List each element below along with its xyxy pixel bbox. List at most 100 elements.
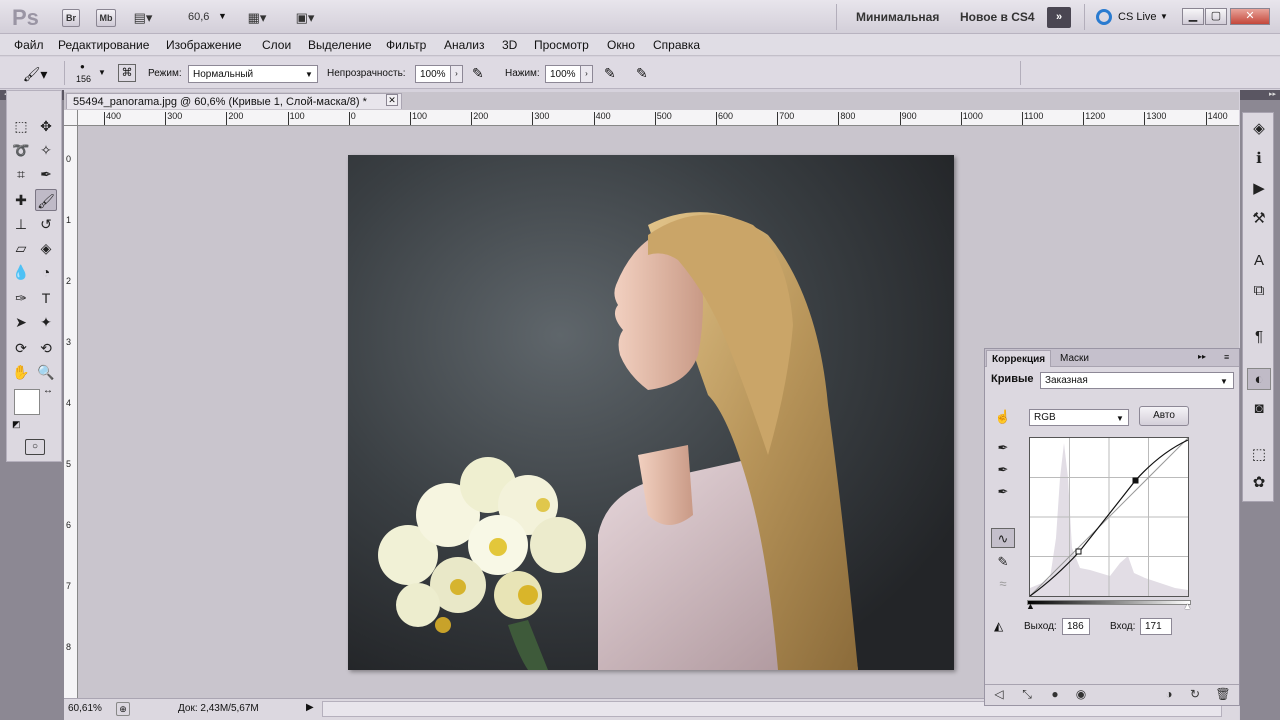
- zoom-dropdown-icon[interactable]: ▼: [218, 11, 227, 21]
- channel-select[interactable]: RGB: [1029, 409, 1129, 426]
- horizontal-ruler[interactable]: 400 300 200 100 0 100 200 300 400 500 600 700 800 900…: [78, 110, 1239, 126]
- show-clipping-icon[interactable]: ◭: [994, 619, 1003, 633]
- smooth-curve-icon[interactable]: ≈: [991, 574, 1015, 594]
- ruler-origin[interactable]: [64, 110, 78, 126]
- channel-dropdown-icon[interactable]: ▼: [1116, 414, 1124, 423]
- character-icon[interactable]: A: [1247, 250, 1271, 272]
- eyedropper-tool-icon[interactable]: ✒: [35, 163, 57, 185]
- layers-icon[interactable]: ◈: [1247, 118, 1271, 140]
- output-field[interactable]: 186: [1062, 618, 1090, 635]
- tablet-size-icon[interactable]: ✎: [636, 65, 648, 82]
- airbrush-icon[interactable]: ✎: [604, 65, 616, 82]
- pressure-field[interactable]: 100%: [545, 65, 581, 83]
- clone-stamp-tool-icon[interactable]: ⊥: [10, 213, 32, 235]
- bridge-button[interactable]: Br: [62, 9, 80, 27]
- swap-colors-icon[interactable]: ↔: [43, 385, 53, 396]
- dodge-tool-icon[interactable]: ◔: [35, 261, 57, 283]
- zoom-tool-icon[interactable]: 🔍: [35, 361, 57, 383]
- clip-to-layer-icon[interactable]: ●: [1046, 687, 1064, 703]
- panel-collapse-icon[interactable]: ▸▸: [1198, 352, 1206, 361]
- tablet-opacity-icon[interactable]: ✎: [472, 65, 484, 82]
- black-slider-icon[interactable]: ▲: [1026, 601, 1035, 611]
- menu-3d[interactable]: 3D: [502, 38, 517, 52]
- brush-panel-icon[interactable]: ⌘: [118, 64, 136, 82]
- document-image[interactable]: [348, 155, 954, 670]
- preset-select[interactable]: Заказная: [1040, 372, 1234, 389]
- screen-mode-icon[interactable]: ▣▾: [292, 8, 318, 28]
- arrange-documents-icon[interactable]: ▦▾: [244, 8, 270, 28]
- dock-expand-icon[interactable]: ▸▸: [1240, 90, 1280, 100]
- panel-menu-icon[interactable]: ≡: [1224, 352, 1229, 362]
- crop-tool-icon[interactable]: ⌗: [10, 163, 32, 185]
- menu-filter[interactable]: Фильтр: [386, 38, 426, 52]
- auto-button[interactable]: Авто: [1139, 406, 1189, 426]
- delete-adjustment-icon[interactable]: 🗑: [1214, 687, 1232, 703]
- hand-tool-icon[interactable]: ✋: [10, 361, 32, 383]
- path-selection-tool-icon[interactable]: ➤: [10, 311, 32, 333]
- status-menu-icon[interactable]: ▶: [306, 702, 314, 713]
- expand-view-icon[interactable]: ⤡: [1018, 687, 1036, 703]
- brush-tool-icon[interactable]: 🖌: [35, 189, 57, 211]
- vertical-ruler[interactable]: 0 1 2 3 4 5 6 7 8: [64, 126, 78, 700]
- paragraph-icon[interactable]: ¶: [1247, 326, 1271, 348]
- input-field[interactable]: 171: [1140, 618, 1172, 635]
- default-colors-icon[interactable]: ◩: [12, 419, 21, 430]
- close-button[interactable]: ✕: [1230, 8, 1270, 25]
- move-tool-icon[interactable]: ✥: [35, 115, 57, 137]
- 3d-panel-icon[interactable]: ⬚: [1247, 444, 1271, 466]
- gray-point-eyedropper-icon[interactable]: ✒: [991, 460, 1015, 480]
- masks-icon[interactable]: ◙: [1247, 398, 1271, 420]
- marquee-tool-icon[interactable]: ⬚: [10, 115, 32, 137]
- foreground-color-swatch[interactable]: [14, 389, 40, 415]
- tool-presets-icon[interactable]: ⚒: [1247, 208, 1271, 230]
- history-brush-tool-icon[interactable]: ↺: [35, 213, 57, 235]
- status-zoom[interactable]: 60,61%: [68, 703, 102, 714]
- preset-dropdown-icon[interactable]: ▼: [1220, 377, 1228, 386]
- mini-bridge-button[interactable]: Mb: [96, 9, 116, 27]
- shape-tool-icon[interactable]: ✦: [35, 311, 57, 333]
- menu-file[interactable]: Файл: [14, 38, 44, 52]
- reset-icon[interactable]: ↻: [1186, 687, 1204, 703]
- mode-dropdown-icon[interactable]: ▼: [305, 70, 313, 79]
- opacity-slider-button[interactable]: ›: [451, 65, 463, 83]
- magic-wand-tool-icon[interactable]: ✧: [35, 139, 57, 161]
- pressure-slider-button[interactable]: ›: [581, 65, 593, 83]
- paint-bucket-tool-icon[interactable]: ◈: [35, 237, 57, 259]
- brush-dropdown-icon[interactable]: ▼: [98, 68, 106, 77]
- curves-graph[interactable]: [1029, 437, 1189, 597]
- 3d-rotate-tool-icon[interactable]: ⟳: [10, 337, 32, 359]
- tab-correction[interactable]: Коррекция: [986, 350, 1052, 367]
- maximize-button[interactable]: ▢: [1205, 8, 1227, 25]
- quick-mask-icon[interactable]: ○: [25, 439, 45, 455]
- menu-image[interactable]: Изображение: [166, 38, 242, 52]
- info-icon[interactable]: ℹ: [1247, 148, 1271, 170]
- menu-edit[interactable]: Редактирование: [58, 38, 149, 52]
- more-workspaces-icon[interactable]: »: [1047, 7, 1071, 28]
- status-zoom-icon[interactable]: ⊕: [116, 702, 130, 716]
- opacity-field[interactable]: 100%: [415, 65, 451, 83]
- close-document-icon[interactable]: ✕: [386, 94, 398, 106]
- minimize-button[interactable]: ▁: [1182, 8, 1204, 25]
- type-tool-icon[interactable]: T: [35, 287, 57, 309]
- white-slider-icon[interactable]: ▲: [1183, 601, 1192, 611]
- healing-brush-tool-icon[interactable]: ✚: [10, 189, 32, 211]
- curve-edit-icon[interactable]: ∿: [991, 528, 1015, 548]
- menu-window[interactable]: Окно: [607, 38, 635, 52]
- tab-masks[interactable]: Маски: [1055, 350, 1094, 367]
- pencil-draw-icon[interactable]: ✎: [991, 552, 1015, 572]
- workspace-minimal[interactable]: Минимальная: [856, 10, 939, 24]
- adjustments-icon[interactable]: ◐: [1247, 368, 1271, 390]
- workspace-new-cs4[interactable]: Новое в CS4: [960, 10, 1035, 24]
- targeted-adjustment-icon[interactable]: ☝: [991, 407, 1015, 427]
- mode-select[interactable]: Нормальный: [188, 65, 318, 83]
- view-extras-icon[interactable]: ▤▾: [130, 8, 156, 28]
- 3d-orbit-tool-icon[interactable]: ⟲: [35, 337, 57, 359]
- cs-live-button[interactable]: CS Live: [1118, 11, 1157, 23]
- view-previous-icon[interactable]: ◑: [1160, 687, 1178, 703]
- return-to-list-icon[interactable]: ◁: [990, 687, 1008, 703]
- menu-select[interactable]: Выделение: [308, 38, 372, 52]
- brush-preset-icon[interactable]: 🖌▾: [14, 63, 56, 85]
- clone-source-icon[interactable]: ⧉: [1247, 280, 1271, 302]
- document-tab[interactable]: 55494_panorama.jpg @ 60,6% (Кривые 1, Сл…: [66, 93, 402, 109]
- eraser-tool-icon[interactable]: ▱: [10, 237, 32, 259]
